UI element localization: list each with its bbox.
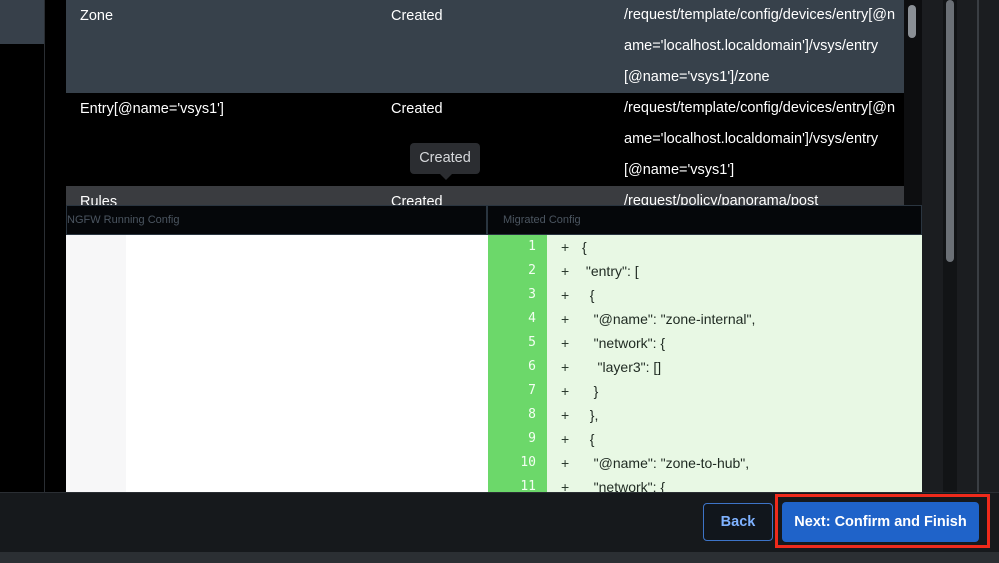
back-button[interactable]: Back	[703, 503, 773, 541]
code-text: {	[582, 239, 587, 255]
right-pane-title: Migrated Config	[487, 205, 922, 235]
line-number: 5	[528, 335, 536, 350]
diff-line: 3 + {	[488, 283, 922, 307]
page-scrollbar-thumb[interactable]	[946, 0, 954, 262]
row-status: Created	[391, 8, 443, 24]
diff-line: 10 + "@name": "zone-to-hub",	[488, 451, 922, 475]
line-number: 11	[520, 479, 536, 492]
code-text: "network": {	[582, 335, 666, 351]
added-marker: +	[561, 287, 570, 303]
added-marker: +	[561, 335, 570, 351]
diff-line: 2 + "entry": [	[488, 259, 922, 283]
diff-line: 5 + "network": {	[488, 331, 922, 355]
code-text: "@name": "zone-to-hub",	[582, 455, 750, 471]
row-status: Created	[391, 101, 443, 117]
code-text: {	[582, 431, 595, 447]
diff-line: 11 + "network": {	[488, 475, 922, 492]
row-name: Entry[@name='vsys1']	[80, 101, 224, 117]
migration-results-table: Zone Created /request/template/config/de…	[66, 0, 904, 205]
confirm-and-finish-button[interactable]: Next: Confirm and Finish	[782, 502, 979, 542]
line-number: 7	[528, 383, 536, 398]
diff-line: 7 + }	[488, 379, 922, 403]
added-marker: +	[561, 479, 570, 492]
code-text: "@name": "zone-internal",	[582, 311, 756, 327]
diff-line: 8 + },	[488, 403, 922, 427]
line-number: 6	[528, 359, 536, 374]
added-marker: +	[561, 383, 570, 399]
page-side-panel	[922, 0, 999, 492]
added-marker: +	[561, 239, 570, 255]
line-number: 8	[528, 407, 536, 422]
diff-header: NGFW Running Config Migrated Config	[66, 205, 922, 235]
table-row[interactable]: Zone Created /request/template/config/de…	[66, 0, 904, 93]
code-text: }	[582, 383, 599, 399]
line-number: 3	[528, 287, 536, 302]
added-marker: +	[561, 359, 570, 375]
migrated-config-pane[interactable]: 1 + {2 + "entry": [ 3 + {4 + "@name": "zone-in…	[488, 235, 922, 492]
added-marker: +	[561, 311, 570, 327]
table-row[interactable]: Rules Created /request/policy/panorama/p…	[66, 186, 904, 205]
diff-line: 1 + {	[488, 235, 922, 259]
ngfw-config-pane[interactable]	[66, 235, 488, 492]
panel-divider	[977, 0, 979, 492]
sidebar-selected-item[interactable]	[0, 0, 44, 44]
added-marker: +	[561, 263, 570, 279]
diff-line: 4 + "@name": "zone-internal",	[488, 307, 922, 331]
code-text: "layer3": []	[582, 359, 662, 375]
added-marker: +	[561, 455, 570, 471]
added-marker: +	[561, 431, 570, 447]
line-number-gutter	[66, 235, 126, 492]
table-row[interactable]: Entry[@name='vsys1'] Created /request/te…	[66, 93, 904, 186]
diff-line: 9 + {	[488, 427, 922, 451]
code-text: "entry": [	[582, 263, 639, 279]
sidebar-divider	[44, 0, 45, 492]
row-status: Created	[391, 194, 443, 205]
line-number: 2	[528, 263, 536, 278]
diff-line: 6 + "layer3": []	[488, 355, 922, 379]
code-text: {	[582, 287, 595, 303]
line-number: 1	[528, 239, 536, 254]
code-text: },	[582, 407, 599, 423]
status-tooltip: Created	[410, 143, 480, 180]
row-path: /request/template/config/devices/entry[@…	[624, 7, 896, 85]
table-scrollbar-thumb[interactable]	[908, 5, 916, 38]
bottom-bar	[0, 552, 999, 563]
row-path: /request/policy/panorama/post	[624, 193, 819, 205]
line-number: 4	[528, 311, 536, 326]
row-path: /request/template/config/devices/entry[@…	[624, 100, 896, 178]
line-number: 10	[520, 455, 536, 470]
line-number: 9	[528, 431, 536, 446]
code-text: "network": {	[582, 479, 666, 492]
added-marker: +	[561, 407, 570, 423]
left-pane-title: NGFW Running Config	[66, 205, 487, 235]
left-sidebar	[0, 0, 45, 492]
row-name: Zone	[80, 8, 114, 24]
row-name: Rules	[80, 194, 118, 205]
